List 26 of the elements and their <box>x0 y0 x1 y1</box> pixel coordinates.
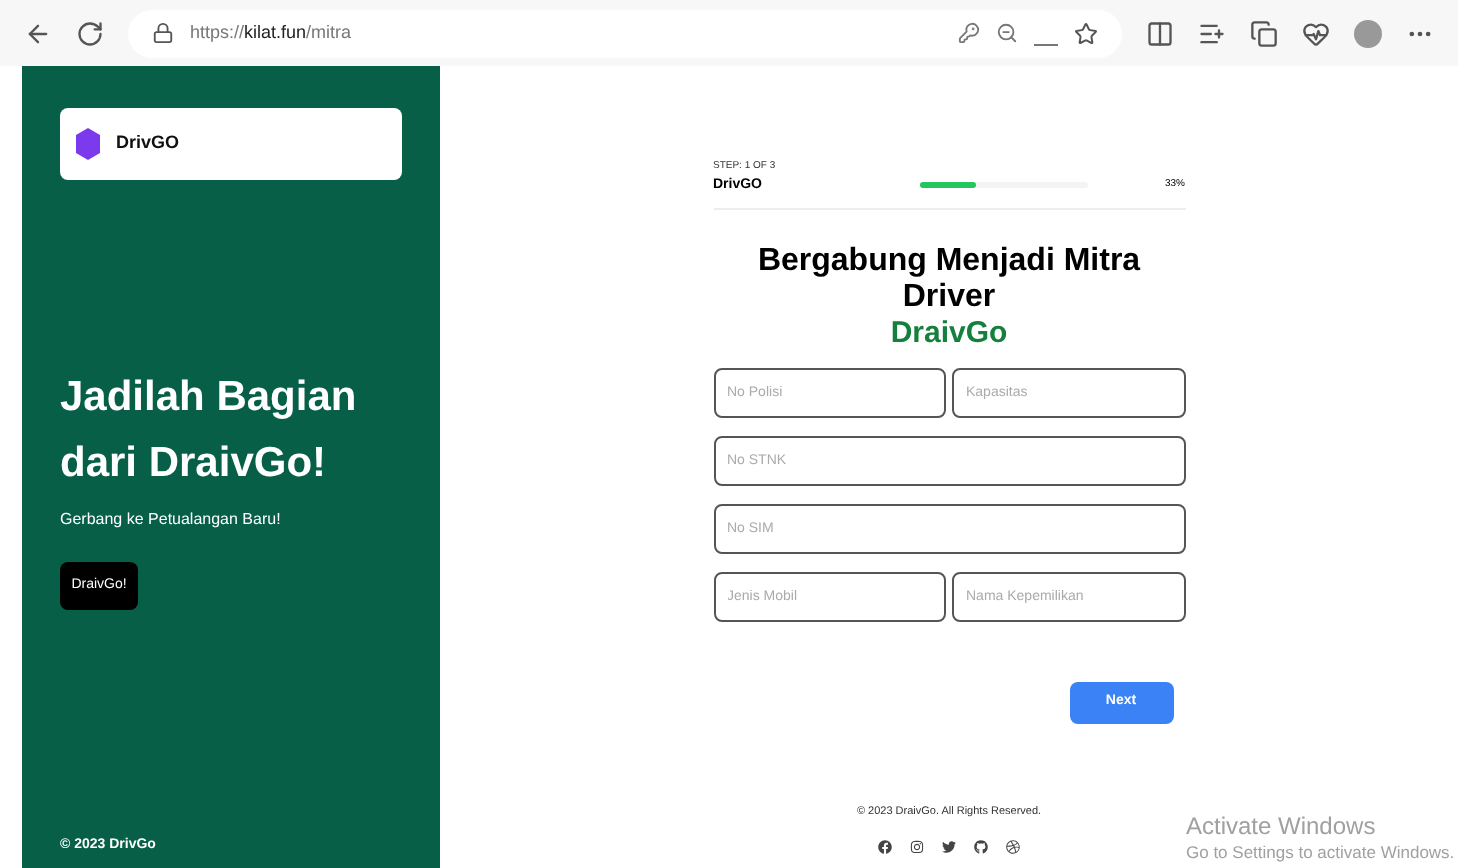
lock-icon <box>152 22 174 44</box>
hero-heading: Jadilah Bagian dari DraivGo! <box>60 372 359 491</box>
url-text: https://kilat.fun/mitra <box>190 19 352 46</box>
hexagon-logo-icon <box>76 128 100 160</box>
favorites-icon[interactable] <box>1198 19 1226 47</box>
form-title: Bergabung Menjadi Mitra Driver <box>755 244 1143 316</box>
health-icon[interactable] <box>1302 19 1330 47</box>
reload-icon[interactable] <box>76 19 104 47</box>
hero-tagline: Gerbang ke Petualangan Baru! <box>60 508 283 533</box>
zoom-out-icon[interactable] <box>996 22 1018 44</box>
facebook-icon[interactable] <box>878 840 892 855</box>
star-icon[interactable] <box>1074 21 1098 45</box>
collections-icon[interactable] <box>1250 19 1278 47</box>
dribbble-icon[interactable] <box>1006 840 1020 855</box>
form-brand: DraivGo <box>888 316 1010 352</box>
activation-title: Activate Windows <box>1186 812 1378 840</box>
profile-avatar[interactable] <box>1354 19 1382 47</box>
instagram-icon[interactable] <box>910 840 924 855</box>
brand-name: DrivGO <box>116 130 180 157</box>
github-icon[interactable] <box>974 840 988 855</box>
key-icon[interactable] <box>958 22 980 44</box>
split-screen-icon[interactable] <box>1146 19 1174 47</box>
address-bar[interactable]: https://kilat.fun/mitra <box>128 9 1122 57</box>
activation-text: Go to Settings to activate Windows. <box>1186 840 1455 866</box>
twitter-icon[interactable] <box>942 840 956 855</box>
back-icon[interactable] <box>24 19 52 47</box>
